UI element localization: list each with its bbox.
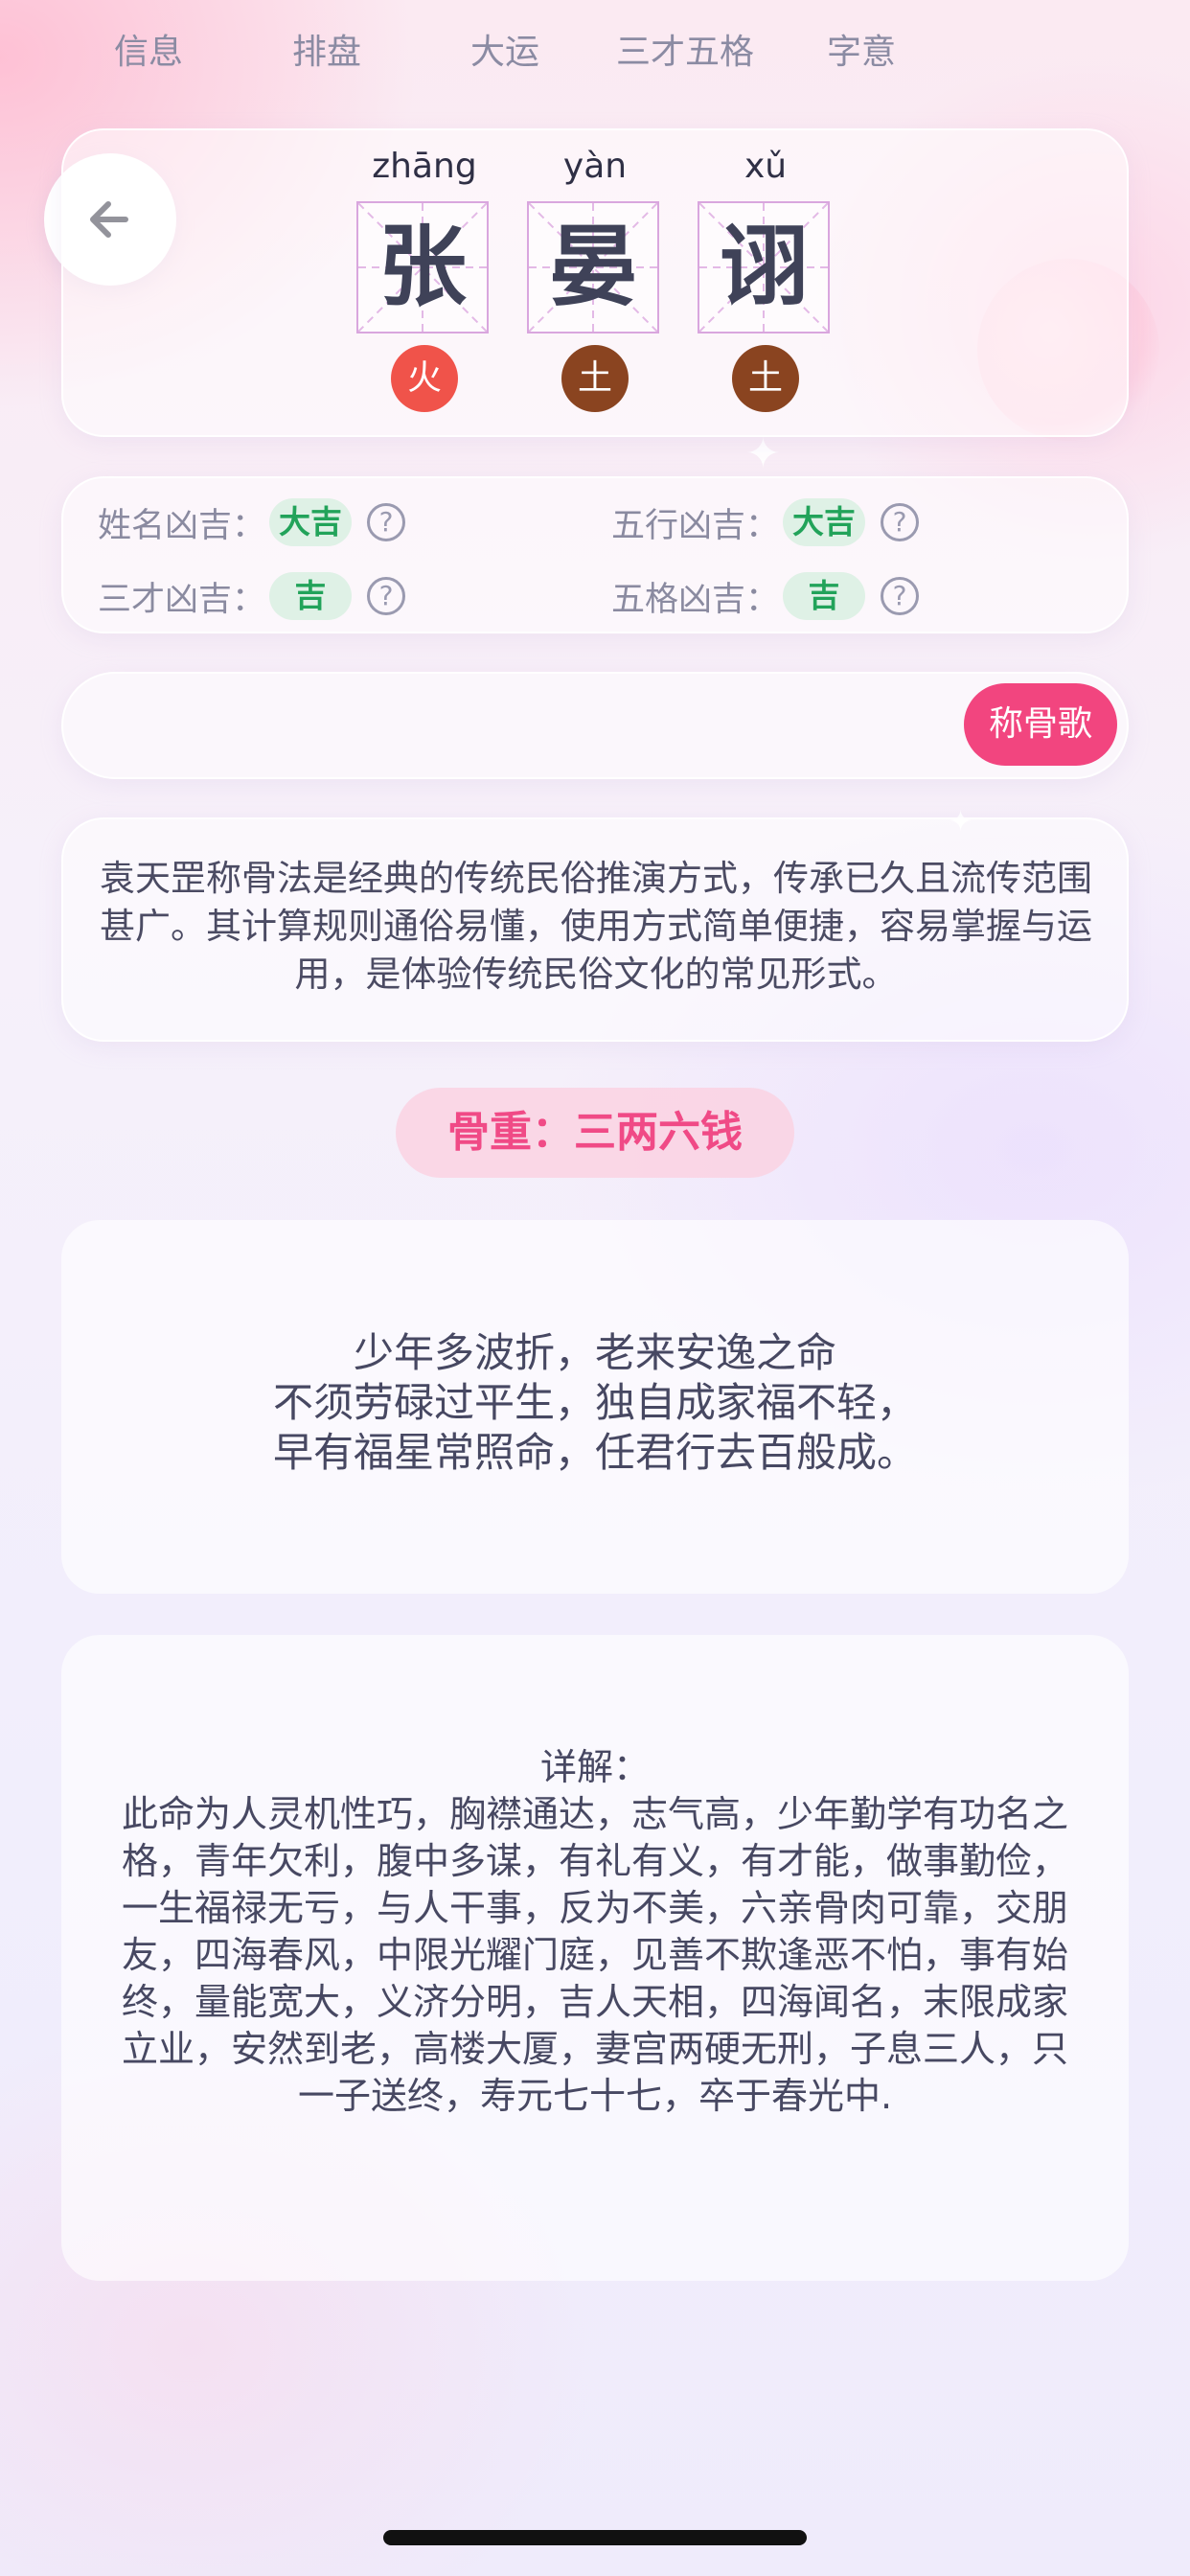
wuge-fortune-badge: 吉 [783,572,866,620]
home-indicator [383,2530,807,2545]
element-badge: 火 [391,345,458,412]
character-grid: 张 [356,201,489,334]
character-grid: 诩 [698,201,830,334]
wuge-fortune-row: 五格凶吉： 吉 ? [611,569,920,623]
name-character: 晏 [548,216,637,318]
tab-chenggu[interactable]: 称骨歌 [964,683,1117,766]
name-fortune-label: 姓名凶吉： [98,506,266,545]
character-grid: 晏 [527,201,659,334]
poem-line: 早有福星常照命，任君行去百般成。 [272,1429,917,1476]
element-badge: 土 [561,345,629,412]
name-char-2: yàn 晏 土 [527,144,663,412]
name-char-3: xǔ 诩 土 [698,144,834,412]
bone-weight-badge: 骨重：三两六钱 [396,1088,794,1178]
tab-dayun[interactable]: 大运 [433,10,577,96]
detail-body: 此命为人灵机性巧，胸襟通达，志气高，少年勤学有功名之格，青年欠利，腹中多谋，有礼… [121,1793,1068,2117]
sancai-fortune-badge: 吉 [269,572,353,620]
question-circle-icon[interactable]: ? [881,503,920,541]
poem-line: 不须劳碌过平生，独自成家福不轻， [272,1379,917,1426]
poem-line: 少年多波折，老来安逸之命 [353,1329,836,1376]
question-circle-icon[interactable]: ? [881,577,920,615]
question-circle-icon[interactable]: ? [367,577,406,615]
tab-ziyi[interactable]: 字意 [790,10,933,96]
sancai-fortune-label: 三才凶吉： [98,580,266,619]
wuxing-fortune-row: 五行凶吉： 大吉 ? [611,495,920,549]
detail-heading: 详解： [539,1746,650,1788]
detail-text: 详解： 此命为人灵机性巧，胸襟通达，志气高，少年勤学有功名之格，青年欠利，腹中多… [117,1744,1073,2120]
wuxing-fortune-badge: 大吉 [783,498,866,546]
name-character: 诩 [719,216,808,318]
name-character: 张 [378,216,467,318]
name-fortune-row: 姓名凶吉： 大吉 ? [98,495,406,549]
sancai-fortune-row: 三才凶吉： 吉 ? [98,569,406,623]
pinyin-label: xǔ [744,147,788,186]
element-badge: 土 [732,345,799,412]
tab-sancai-wuge[interactable]: 三才五格 [594,10,776,96]
wuxing-fortune-label: 五行凶吉： [611,506,780,545]
wuge-fortune-label: 五格凶吉： [611,580,780,619]
pinyin-label: zhāng [372,147,477,186]
pinyin-label: yàn [562,147,628,186]
tab-info[interactable]: 信息 [77,10,220,96]
poem-text: 少年多波折，老来安逸之命 不须劳碌过平生，独自成家福不轻， 早有福星常照命，任君… [61,1328,1129,1478]
tab-paipan[interactable]: 排盘 [255,10,399,96]
intro-text: 袁天罡称骨法是经典的传统民俗推演方式，传承已久且流传范围甚广。其计算规则通俗易懂… [100,858,1092,995]
question-circle-icon[interactable]: ? [367,503,406,541]
name-fortune-badge: 大吉 [269,498,353,546]
name-char-1: zhāng 张 火 [356,144,492,412]
